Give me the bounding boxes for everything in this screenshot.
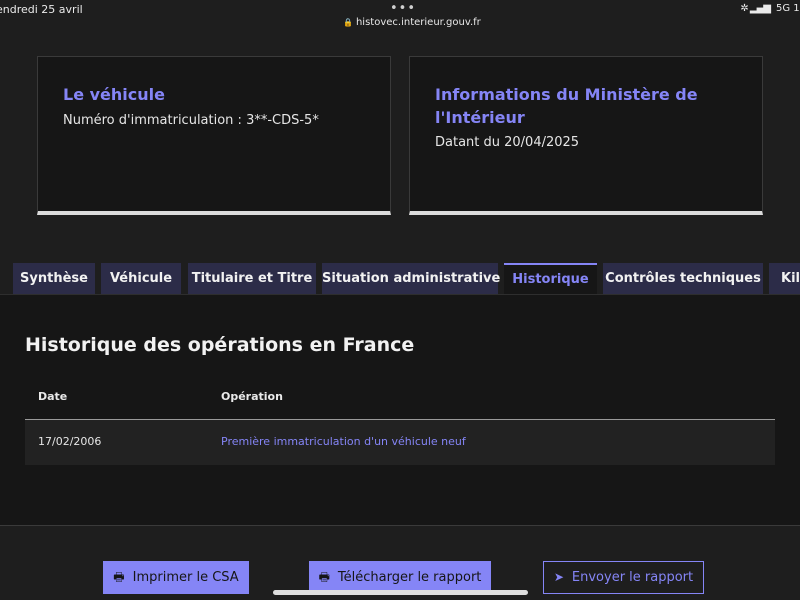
ministry-card: Informations du Ministère de l'Intérieur… bbox=[409, 56, 763, 215]
printer-icon: 🖶 bbox=[113, 570, 125, 584]
vehicle-card-title: Le véhicule bbox=[63, 85, 165, 104]
address-bar[interactable]: 🔒 histovec.interieur.gouv.fr bbox=[343, 17, 481, 28]
registration-number: Numéro d'immatriculation : 3**-CDS-5* bbox=[63, 113, 319, 128]
data-date: Datant du 20/04/2025 bbox=[435, 135, 580, 150]
tab-situation-administrative[interactable]: Situation administrative bbox=[322, 263, 500, 295]
column-operation: Opération bbox=[221, 390, 283, 403]
print-csa-button[interactable]: 🖶 Imprimer le CSA bbox=[103, 561, 249, 594]
signal-icon: ✲ ▂▄▆ bbox=[740, 3, 771, 14]
status-bar: endredi 25 avril ••• 🔒 histovec.interieur… bbox=[0, 0, 800, 34]
ministry-card-title: Informations du Ministère de l'Intérieur bbox=[435, 85, 698, 127]
lock-icon: 🔒 bbox=[343, 18, 353, 27]
panel-title: Historique des opérations en France bbox=[25, 334, 415, 356]
home-indicator[interactable] bbox=[273, 590, 528, 595]
url-text: histovec.interieur.gouv.fr bbox=[355, 17, 481, 28]
tab-historique[interactable]: Historique bbox=[504, 263, 597, 295]
print-csa-label: Imprimer le CSA bbox=[132, 570, 239, 585]
download-report-label: Télécharger le rapport bbox=[337, 570, 482, 585]
send-report-button[interactable]: ➤ Envoyer le rapport bbox=[543, 561, 704, 594]
tab-kilometrage[interactable]: Kilo bbox=[769, 263, 800, 295]
tab-controles-techniques[interactable]: Contrôles techniques bbox=[603, 263, 763, 295]
tab-bar: Synthèse Véhicule Titulaire et Titre Sit… bbox=[13, 263, 800, 295]
tab-titulaire[interactable]: Titulaire et Titre bbox=[188, 263, 316, 295]
network-label: 5G 10 bbox=[775, 3, 800, 14]
column-date: Date bbox=[38, 390, 68, 403]
history-panel: Historique des opérations en France Date… bbox=[0, 294, 800, 526]
status-indicators: ✲ ▂▄▆ 5G 10 bbox=[740, 3, 800, 14]
send-icon: ➤ bbox=[553, 570, 564, 584]
table-row: 17/02/2006 Première immatriculation d'un… bbox=[25, 420, 775, 465]
row-operation[interactable]: Première immatriculation d'un véhicule n… bbox=[221, 435, 466, 448]
tab-synthese[interactable]: Synthèse bbox=[13, 263, 95, 295]
vehicle-card: Le véhicule Numéro d'immatriculation : 3… bbox=[37, 56, 391, 215]
status-date: endredi 25 avril bbox=[0, 3, 83, 16]
more-dots-icon[interactable]: ••• bbox=[390, 1, 416, 16]
tab-vehicule[interactable]: Véhicule bbox=[101, 263, 181, 295]
row-date: 17/02/2006 bbox=[38, 435, 102, 448]
table-header: Date Opération bbox=[25, 381, 775, 420]
send-report-label: Envoyer le rapport bbox=[571, 570, 694, 585]
